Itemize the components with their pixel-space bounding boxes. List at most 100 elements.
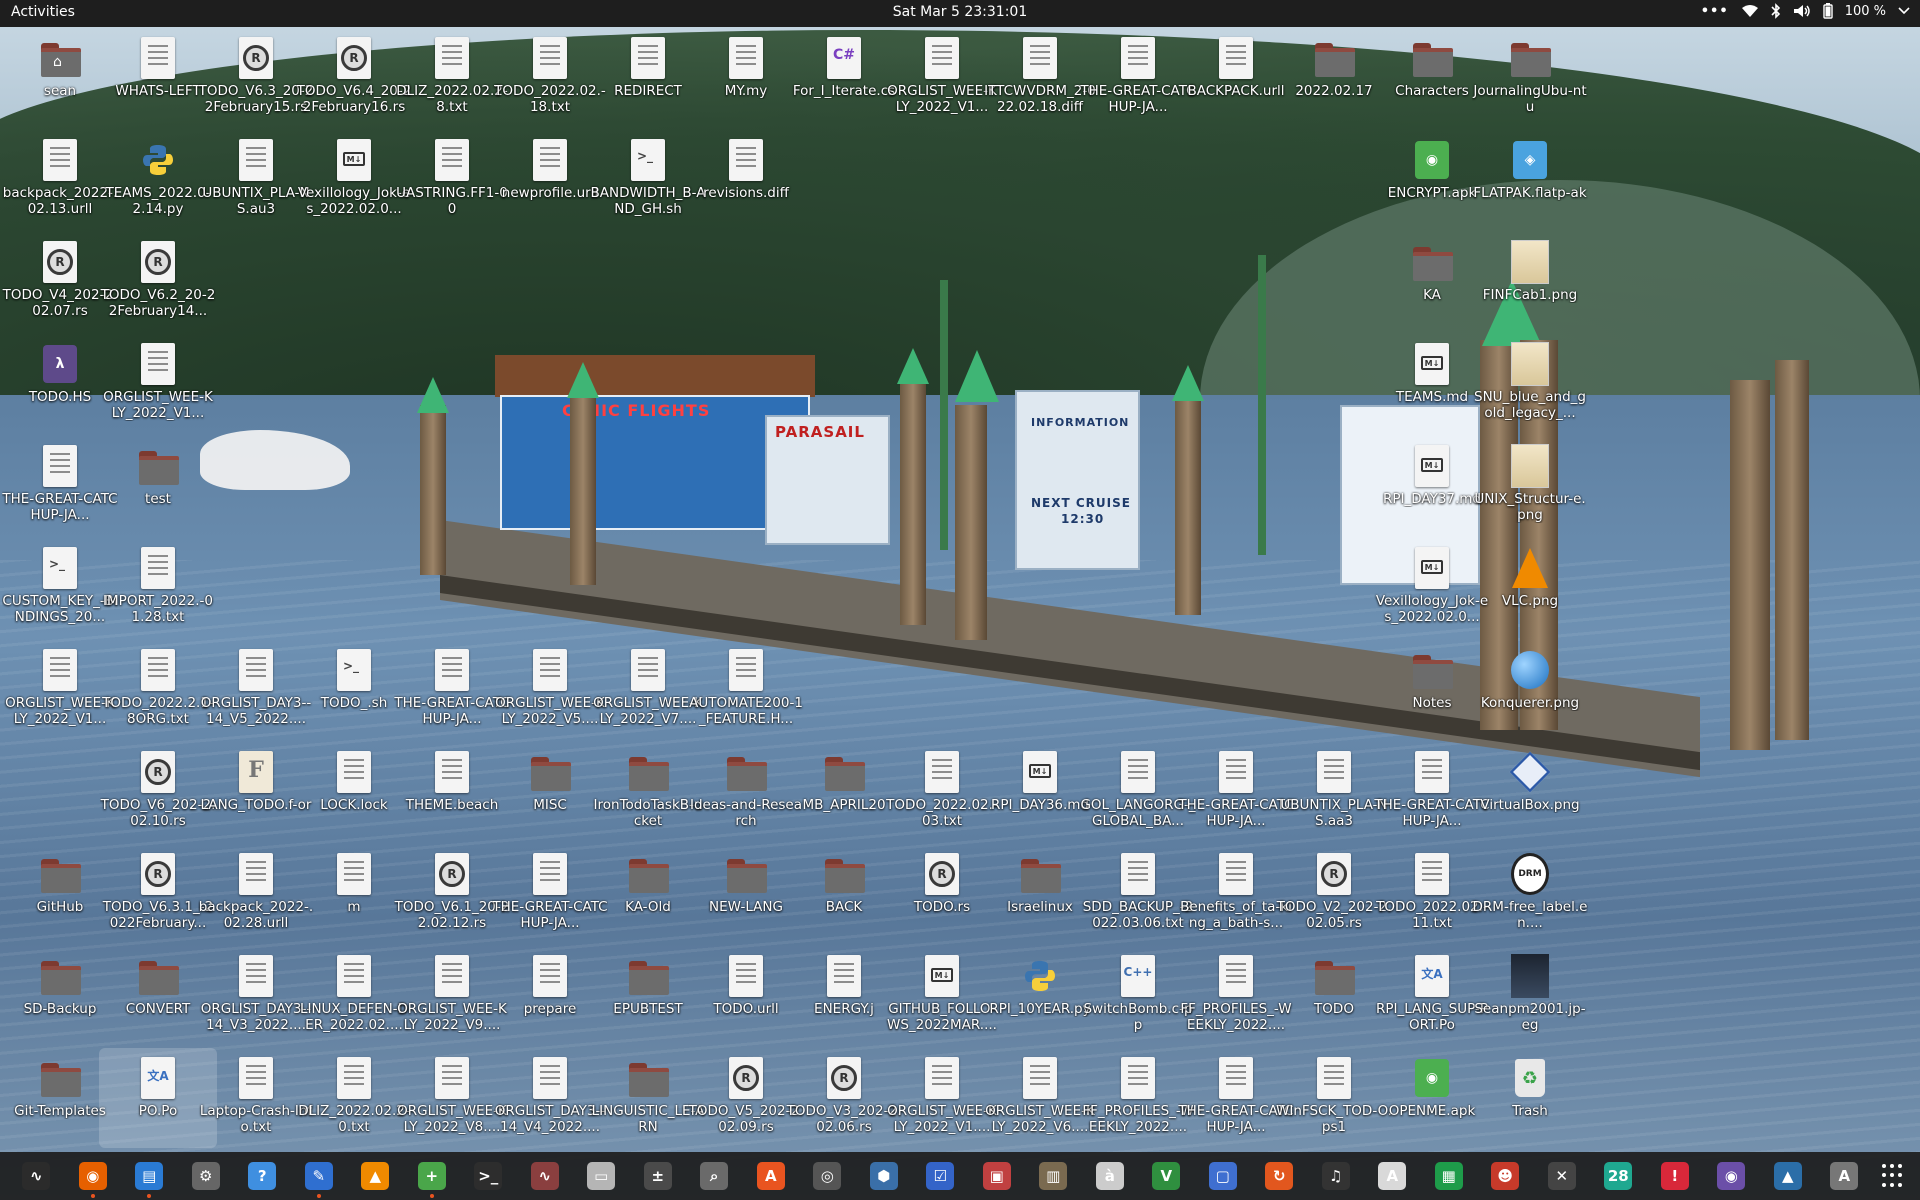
dock-item[interactable]: ∿ — [517, 1152, 574, 1200]
dock-item[interactable]: ± — [630, 1152, 687, 1200]
desktop-icon[interactable]: ♻ Trash — [1471, 1048, 1589, 1148]
text-file-icon — [1415, 751, 1449, 793]
dock-item[interactable]: à — [1082, 1152, 1139, 1200]
desktop-icon-label: ORGLIST_WEE-KLY_2022_V1... — [103, 389, 213, 421]
folder-icon — [41, 961, 81, 995]
desktop-icon[interactable]: DRM DRM-free_label.en.... — [1471, 844, 1589, 944]
desktop-icon-label: revisions.diff — [703, 185, 789, 201]
top-bar: Activities Sat Mar 5 23:31:01 ••• 100 % — [0, 0, 1920, 27]
running-indicator — [316, 1194, 321, 1198]
desktop-icon-label: Trash — [1512, 1103, 1548, 1119]
dock-item[interactable]: ▭ — [573, 1152, 630, 1200]
android-package-icon: ◉ — [1415, 141, 1449, 179]
desktop-icon[interactable]: UNIX_Structur-e.png — [1471, 436, 1589, 536]
power-menu-icon[interactable] — [1898, 7, 1910, 15]
dock-item[interactable]: ▲ — [1760, 1152, 1817, 1200]
text-file-icon — [1317, 1057, 1351, 1099]
dock-item[interactable]: ✎ — [291, 1152, 348, 1200]
dock-item[interactable]: ☻ — [1477, 1152, 1534, 1200]
dock-item[interactable]: V — [1138, 1152, 1195, 1200]
dock-item[interactable]: ⌕ — [686, 1152, 743, 1200]
dock-item[interactable]: >_ — [460, 1152, 517, 1200]
dock-item[interactable]: A — [743, 1152, 800, 1200]
desktop-icon[interactable]: ◈ FLATPAK.flatp-ak — [1471, 130, 1589, 230]
dock-item[interactable]: ⚙ — [178, 1152, 235, 1200]
desktop-icon[interactable]: Konquerer.png — [1471, 640, 1589, 740]
dock-item[interactable]: ▥ — [1025, 1152, 1082, 1200]
text-file-icon — [435, 37, 469, 79]
desktop-icon-label: FLATPAK.flatp-ak — [1473, 185, 1587, 201]
clock[interactable]: Sat Mar 5 23:31:01 — [893, 4, 1028, 20]
dock-item[interactable]: ↻ — [1251, 1152, 1308, 1200]
home-folder-icon: ⌂ — [41, 43, 81, 77]
show-applications-icon[interactable] — [1882, 1164, 1906, 1188]
desktop-icon[interactable]: SNU_blue_and_gold_legacy_... — [1471, 334, 1589, 434]
desktop-icon[interactable]: revisions.diff — [687, 130, 805, 230]
desktop-icon[interactable]: IMPORT_2022.-01.28.txt — [99, 538, 217, 638]
folder-icon — [139, 961, 179, 995]
text-file-icon — [533, 1057, 567, 1099]
folder-icon — [41, 1063, 81, 1097]
music-icon: ♫ — [1321, 1162, 1350, 1190]
dock-item[interactable]: ◉ — [1703, 1152, 1760, 1200]
dock-item[interactable]: ✕ — [1534, 1152, 1591, 1200]
dock-item[interactable]: ? — [234, 1152, 291, 1200]
text-file-icon — [1317, 751, 1351, 793]
dock-item[interactable]: ♫ — [1308, 1152, 1365, 1200]
activities-button[interactable]: Activities — [11, 4, 75, 20]
tool-icon: ✕ — [1547, 1162, 1576, 1190]
dock-item[interactable]: ▣ — [969, 1152, 1026, 1200]
desktop-icon[interactable]: VLC.png — [1471, 538, 1589, 638]
text-file-icon — [239, 853, 273, 895]
app-icon: A — [1830, 1162, 1859, 1190]
bluetooth-icon[interactable] — [1771, 3, 1781, 19]
photo-thumbnail-icon — [1511, 954, 1549, 998]
desktop-icon[interactable]: FINFCab1.png — [1471, 232, 1589, 332]
dock-item[interactable]: ◉ — [65, 1152, 122, 1200]
text-file-icon — [435, 1057, 469, 1099]
dock-item[interactable]: ⬢ — [856, 1152, 913, 1200]
spreadsheet-icon: ▦ — [1434, 1162, 1463, 1190]
desktop-icon-label: SNU_blue_and_gold_legacy_... — [1474, 389, 1586, 421]
more-icon[interactable]: ••• — [1701, 4, 1729, 19]
desktop-icon[interactable]: VirtualBox.png — [1471, 742, 1589, 842]
desktop-icon[interactable]: Seanpm2001.jp-eg — [1471, 946, 1589, 1046]
rust-file-icon: R — [239, 37, 273, 79]
text-file-icon — [925, 37, 959, 79]
game-icon: ☻ — [1491, 1162, 1520, 1190]
dock-item[interactable]: ◎ — [799, 1152, 856, 1200]
dock-item[interactable]: + — [404, 1152, 461, 1200]
dock-item[interactable]: A — [1816, 1152, 1873, 1200]
volume-icon[interactable] — [1793, 4, 1811, 18]
dock-item[interactable]: ▤ — [121, 1152, 178, 1200]
dock-item[interactable]: ▦ — [1421, 1152, 1478, 1200]
desktop-icon[interactable]: R TODO_V6.2_20-22February14... — [99, 232, 217, 332]
dock-item[interactable]: ▢ — [1195, 1152, 1252, 1200]
folder-icon — [1413, 655, 1453, 689]
system-tray[interactable]: ••• 100 % — [1701, 3, 1910, 19]
rust-file-icon: R — [43, 241, 77, 283]
markdown-file-icon: M↓ — [1023, 751, 1057, 793]
markdown-file-icon: M↓ — [1415, 343, 1449, 385]
text-file-icon — [1023, 37, 1057, 79]
text-file-icon — [43, 139, 77, 181]
desktop-icon[interactable]: AUTOMATE200-1_FEATURE.H... — [687, 640, 805, 740]
fortran-file-icon: F — [239, 751, 273, 793]
battery-icon[interactable] — [1822, 3, 1833, 19]
dock-item[interactable]: 28 — [1590, 1152, 1647, 1200]
desktop-icon[interactable]: ORGLIST_WEE-KLY_2022_V1... — [99, 334, 217, 434]
dock-item[interactable]: ! — [1647, 1152, 1704, 1200]
desktop-icon[interactable]: test — [99, 436, 217, 536]
dock-item[interactable]: A — [1364, 1152, 1421, 1200]
desktop-icon[interactable]: JournalingUbu-ntu — [1471, 28, 1589, 128]
image-thumbnail-icon — [1511, 240, 1549, 284]
dock-item[interactable]: ☑ — [912, 1152, 969, 1200]
characters-icon: à — [1095, 1162, 1124, 1190]
dock-item[interactable]: ∿ — [8, 1152, 65, 1200]
hex-editor-icon: ⬢ — [869, 1162, 898, 1190]
dock-item[interactable]: ▲ — [347, 1152, 404, 1200]
text-file-icon — [1219, 955, 1253, 997]
wifi-icon[interactable] — [1741, 4, 1759, 18]
add-app-icon: + — [417, 1162, 446, 1190]
text-file-icon — [729, 649, 763, 691]
